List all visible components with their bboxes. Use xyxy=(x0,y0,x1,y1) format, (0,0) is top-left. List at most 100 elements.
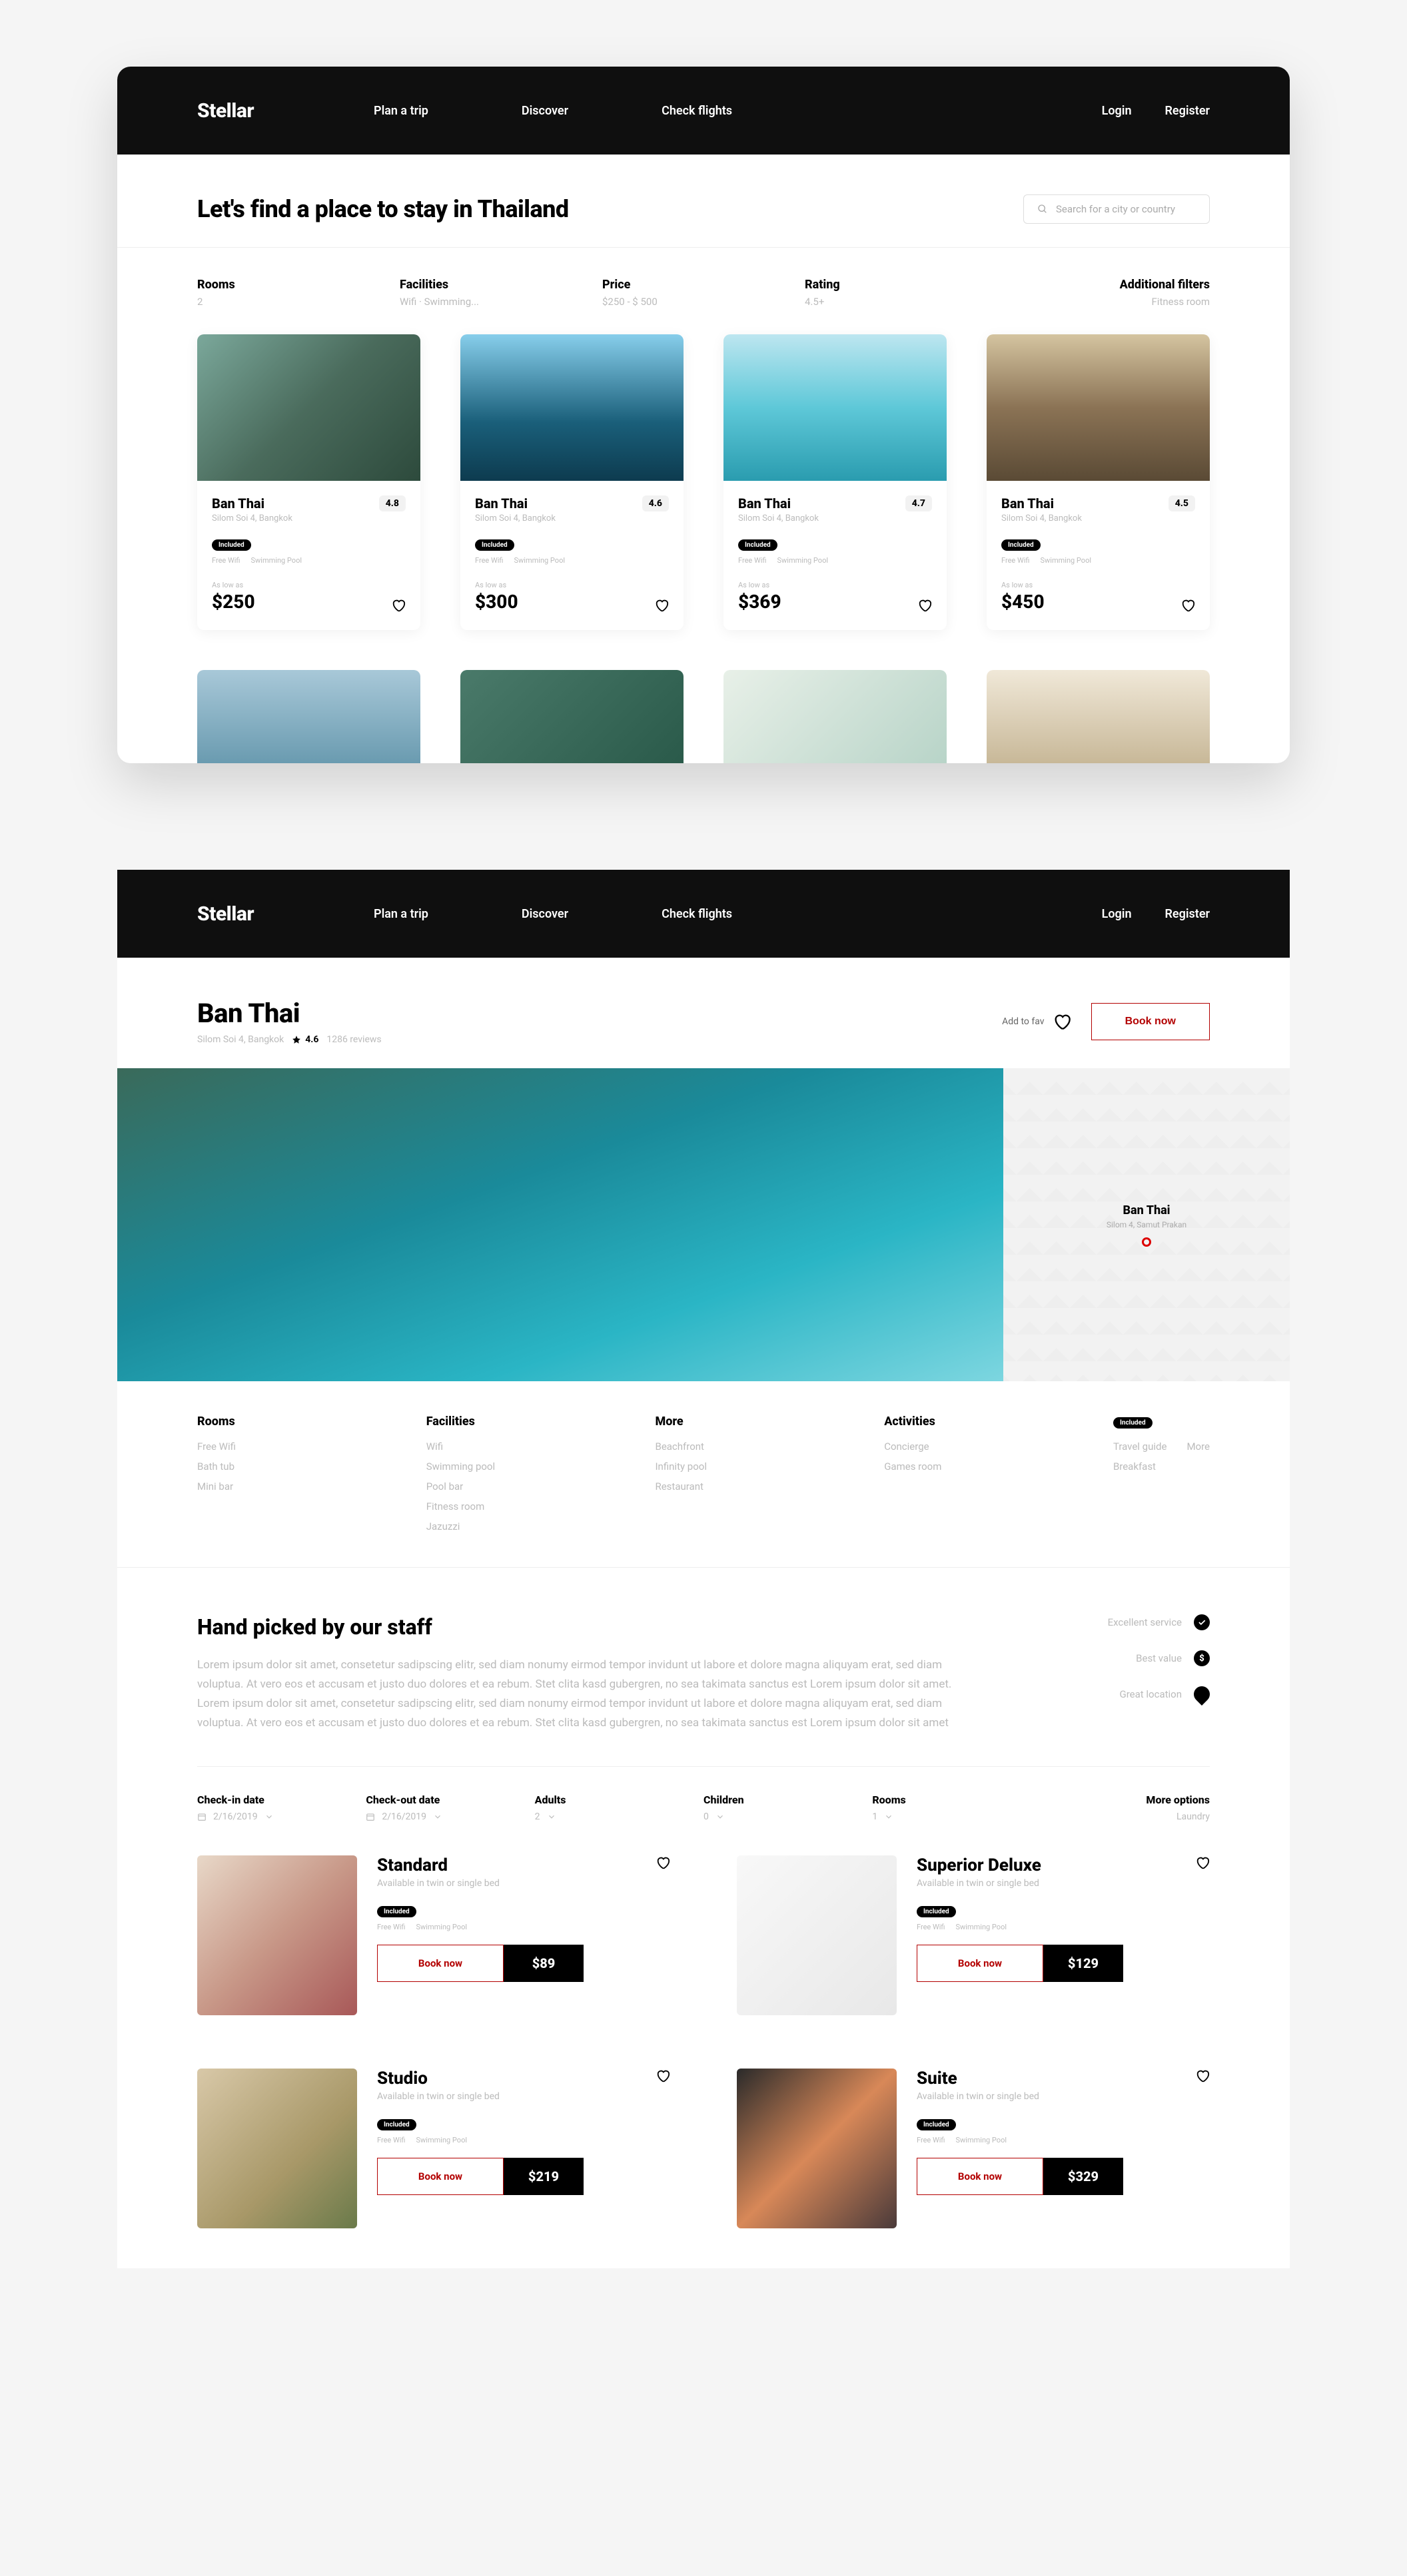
hotel-card[interactable]: Ban ThaiSilom Soi 4, Bangkok 4.7 Include… xyxy=(723,334,947,630)
chevron-down-icon xyxy=(715,1812,725,1821)
nav-register[interactable]: Register xyxy=(1165,104,1210,118)
room-price: $89 xyxy=(504,1945,584,1982)
rating-star: 4.6 xyxy=(292,1034,318,1045)
filter-additional[interactable]: Additional filters Fitness room xyxy=(1007,278,1210,308)
included-badge: Included xyxy=(377,1906,416,1917)
amenities-facilities: Facilities Wifi Swimming pool Pool bar F… xyxy=(426,1415,656,1540)
room-card: Superior DeluxeAvailable in twin or sing… xyxy=(737,1855,1210,2015)
feature-value: Best value$ xyxy=(1023,1650,1210,1666)
nav-discover[interactable]: Discover xyxy=(522,907,568,921)
heart-icon[interactable] xyxy=(656,1855,670,1870)
hero-section: Ban Thai Silom 4, Samut Prakan xyxy=(117,1068,1290,1381)
add-to-fav[interactable]: Add to fav xyxy=(1002,1012,1071,1031)
filter-rooms[interactable]: Rooms 2 xyxy=(197,278,400,308)
room-price: $219 xyxy=(504,2158,584,2195)
handpicked-description: Lorem ipsum dolor sit amet, consetetur s… xyxy=(197,1656,957,1733)
amenities-activities: Activities Concierge Games room xyxy=(884,1415,1113,1540)
filter-rating[interactable]: Rating 4.5+ xyxy=(805,278,1007,308)
hero-image xyxy=(117,1068,1003,1381)
hotel-image xyxy=(723,334,947,481)
price-amount: $250 xyxy=(212,591,255,613)
hotel-card[interactable]: Ban ThaiSilom Soi 4, Bangkok 4.5 Include… xyxy=(987,334,1210,630)
filter-price[interactable]: Price $250 - $ 500 xyxy=(602,278,805,308)
price-label: As low as xyxy=(212,581,255,589)
amenities-more: More Beachfront Infinity pool Restaurant xyxy=(655,1415,884,1540)
heart-icon[interactable] xyxy=(1180,598,1195,613)
map-panel[interactable]: Ban Thai Silom 4, Samut Prakan xyxy=(1003,1068,1290,1381)
review-count[interactable]: 1286 reviews xyxy=(326,1034,381,1045)
room-card: StudioAvailable in twin or single bed In… xyxy=(197,2069,670,2228)
brand-logo[interactable]: Stellar xyxy=(197,902,254,926)
room-subtitle: Available in twin or single bed xyxy=(377,1878,500,1889)
nav-check-flights[interactable]: Check flights xyxy=(662,907,732,921)
hotel-detail-page: Stellar Plan a trip Discover Check fligh… xyxy=(117,870,1290,2268)
hotel-address: Silom Soi 4, Bangkok xyxy=(212,513,292,523)
included-badge: Included xyxy=(212,539,251,551)
search-placeholder: Search for a city or country xyxy=(1056,203,1175,215)
room-name: Standard xyxy=(377,1855,500,1875)
included-badge: Included xyxy=(1113,1417,1153,1429)
star-icon xyxy=(292,1035,301,1044)
top-nav: Stellar Plan a trip Discover Check fligh… xyxy=(117,870,1290,958)
nav-plan-trip[interactable]: Plan a trip xyxy=(374,907,428,921)
check-badge-icon xyxy=(1194,1614,1210,1630)
rating-badge: 4.6 xyxy=(642,495,669,511)
nav-login[interactable]: Login xyxy=(1102,907,1132,921)
nav-check-flights[interactable]: Check flights xyxy=(662,104,732,118)
heart-icon[interactable] xyxy=(1195,1855,1210,1870)
filter-adults[interactable]: Adults 2 xyxy=(535,1793,704,1822)
book-now-button[interactable]: Book now xyxy=(917,1945,1043,1982)
book-now-button[interactable]: Book now xyxy=(1091,1003,1210,1040)
top-nav: Stellar Plan a trip Discover Check fligh… xyxy=(117,67,1290,155)
nav-plan-trip[interactable]: Plan a trip xyxy=(374,104,428,118)
filter-bar: Rooms 2 Facilities Wifi · Swimming... Pr… xyxy=(117,264,1290,334)
hotel-address: Silom Soi 4, Bangkok xyxy=(197,1034,284,1045)
hotel-card[interactable]: Ban ThaiSilom Soi 4, Bangkok 4.6 Include… xyxy=(460,334,684,630)
heart-icon[interactable] xyxy=(917,598,932,613)
brand-logo[interactable]: Stellar xyxy=(197,99,254,123)
room-image xyxy=(737,2069,897,2228)
nav-discover[interactable]: Discover xyxy=(522,104,568,118)
filter-facilities[interactable]: Facilities Wifi · Swimming... xyxy=(400,278,602,308)
book-now-button[interactable]: Book now xyxy=(917,2158,1043,2195)
book-now-button[interactable]: Book now xyxy=(377,1945,504,1982)
map-pin-icon xyxy=(1142,1237,1151,1247)
hotel-name: Ban Thai xyxy=(212,495,292,511)
hotel-image xyxy=(987,334,1210,481)
search-input[interactable]: Search for a city or country xyxy=(1023,194,1210,224)
nav-login[interactable]: Login xyxy=(1102,104,1132,118)
included-list: Free WifiSwimming Pool xyxy=(212,556,406,565)
booking-filter-bar: Check-in date 2/16/2019 Check-out date 2… xyxy=(117,1767,1290,1855)
room-price: $129 xyxy=(1043,1945,1123,1982)
filter-checkin[interactable]: Check-in date 2/16/2019 xyxy=(197,1793,366,1822)
hotel-image[interactable] xyxy=(197,670,420,763)
nav-register[interactable]: Register xyxy=(1165,907,1210,921)
room-image xyxy=(197,1855,357,2015)
chevron-down-icon xyxy=(547,1812,556,1821)
room-image xyxy=(737,1855,897,2015)
heart-icon[interactable] xyxy=(1195,2069,1210,2083)
hotel-image[interactable] xyxy=(460,670,684,763)
heart-icon[interactable] xyxy=(656,2069,670,2083)
filter-rooms[interactable]: Rooms 1 xyxy=(872,1793,1041,1822)
heart-icon[interactable] xyxy=(391,598,406,613)
calendar-icon xyxy=(197,1812,207,1821)
hotel-image xyxy=(460,334,684,481)
map-hotel-name: Ban Thai xyxy=(1107,1203,1186,1217)
filter-checkout[interactable]: Check-out date 2/16/2019 xyxy=(366,1793,534,1822)
handpicked-section: Hand picked by our staff Lorem ipsum dol… xyxy=(117,1568,1290,1766)
page-title: Let's find a place to stay in Thailand xyxy=(197,195,569,223)
hotel-card[interactable]: Ban Thai Silom Soi 4, Bangkok 4.8 Includ… xyxy=(197,334,420,630)
hotel-card-grid-2 xyxy=(117,630,1290,763)
room-card: SuiteAvailable in twin or single bed Inc… xyxy=(737,2069,1210,2228)
hotel-image[interactable] xyxy=(723,670,947,763)
heart-icon[interactable] xyxy=(654,598,669,613)
rating-badge: 4.7 xyxy=(905,495,932,511)
rating-badge: 4.8 xyxy=(379,495,406,511)
filter-more-options[interactable]: More options Laundry xyxy=(1041,1793,1210,1822)
hotel-image[interactable] xyxy=(987,670,1210,763)
book-now-button[interactable]: Book now xyxy=(377,2158,504,2195)
handpicked-title: Hand picked by our staff xyxy=(197,1614,957,1640)
filter-children[interactable]: Children 0 xyxy=(704,1793,872,1822)
search-icon xyxy=(1037,204,1048,214)
